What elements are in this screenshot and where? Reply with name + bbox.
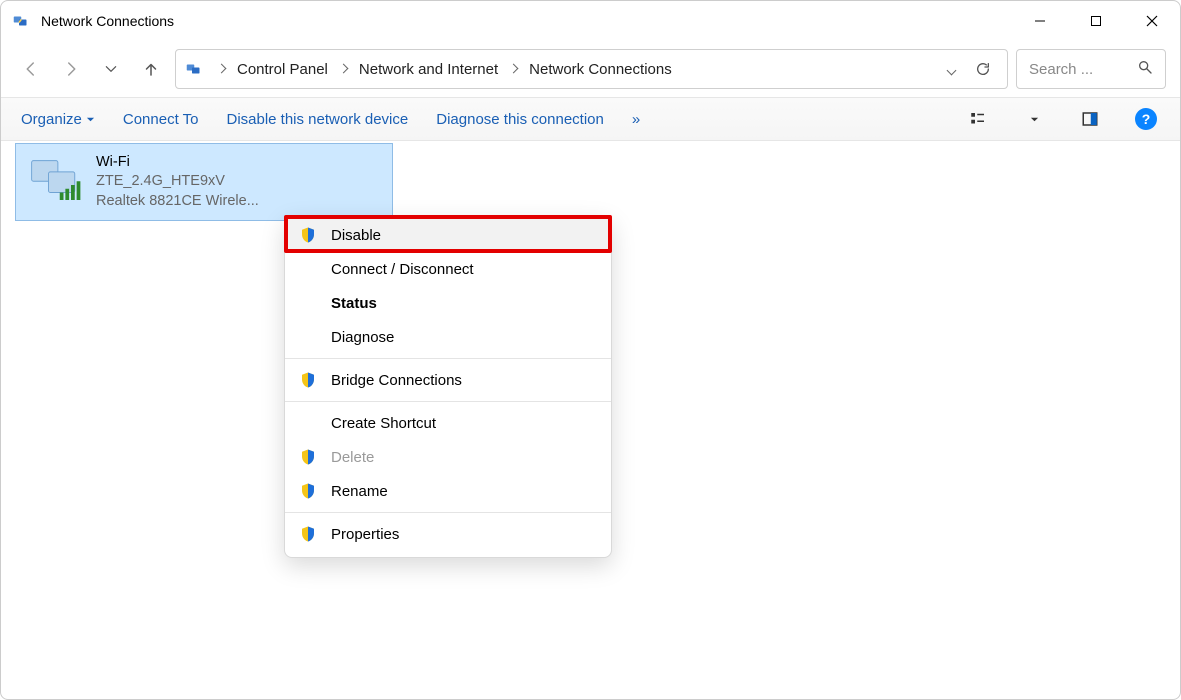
window-title: Network Connections bbox=[41, 13, 174, 29]
close-button[interactable] bbox=[1124, 1, 1180, 41]
shield-icon bbox=[299, 525, 317, 543]
maximize-button[interactable] bbox=[1068, 1, 1124, 41]
adapter-name: Wi-Fi bbox=[96, 153, 259, 173]
history-dropdown-button[interactable] bbox=[937, 55, 965, 83]
address-bar[interactable]: Control Panel Network and Internet Netwo… bbox=[175, 49, 1008, 89]
adapter-ssid: ZTE_2.4G_HTE9xV bbox=[96, 172, 259, 192]
ctx-diagnose-label: Diagnose bbox=[331, 329, 394, 346]
location-icon bbox=[186, 60, 204, 78]
ctx-disable-label: Disable bbox=[331, 227, 381, 244]
forward-button[interactable] bbox=[55, 53, 87, 85]
search-icon bbox=[1137, 59, 1153, 79]
back-button[interactable] bbox=[15, 53, 47, 85]
ctx-separator bbox=[285, 358, 611, 359]
breadcrumb-control-panel[interactable]: Control Panel bbox=[233, 59, 332, 80]
diagnose-connection-label: Diagnose this connection bbox=[436, 111, 604, 128]
ctx-properties[interactable]: Properties bbox=[285, 517, 611, 551]
ctx-bridge[interactable]: Bridge Connections bbox=[285, 363, 611, 397]
ctx-status-label: Status bbox=[331, 295, 377, 312]
ctx-status[interactable]: Status bbox=[285, 286, 611, 320]
adapter-device: Realtek 8821CE Wirele... bbox=[96, 192, 259, 212]
diagnose-connection-button[interactable]: Diagnose this connection bbox=[436, 111, 604, 128]
breadcrumb-network-connections[interactable]: Network Connections bbox=[525, 59, 676, 80]
overflow-button[interactable]: » bbox=[632, 111, 640, 128]
shield-icon bbox=[299, 482, 317, 500]
shield-icon bbox=[299, 371, 317, 389]
up-button[interactable] bbox=[135, 53, 167, 85]
preview-pane-button[interactable] bbox=[1076, 105, 1104, 133]
ctx-create-shortcut[interactable]: Create Shortcut bbox=[285, 406, 611, 440]
organize-menu[interactable]: Organize bbox=[21, 111, 95, 128]
help-button[interactable]: ? bbox=[1132, 105, 1160, 133]
view-dropdown-button[interactable] bbox=[1020, 105, 1048, 133]
disable-device-button[interactable]: Disable this network device bbox=[226, 111, 408, 128]
breadcrumb-sep-icon[interactable] bbox=[506, 63, 521, 75]
app-icon bbox=[13, 12, 31, 30]
minimize-button[interactable] bbox=[1012, 1, 1068, 41]
shield-icon bbox=[299, 448, 317, 466]
view-options-button[interactable] bbox=[964, 105, 992, 133]
ctx-separator bbox=[285, 401, 611, 402]
ctx-properties-label: Properties bbox=[331, 526, 399, 543]
ctx-delete: Delete bbox=[285, 440, 611, 474]
breadcrumb-sep-icon[interactable] bbox=[214, 63, 229, 75]
ctx-disable[interactable]: Disable bbox=[285, 218, 611, 252]
ctx-rename[interactable]: Rename bbox=[285, 474, 611, 508]
recent-locations-button[interactable] bbox=[95, 53, 127, 85]
disable-device-label: Disable this network device bbox=[226, 111, 408, 128]
breadcrumb-network-internet[interactable]: Network and Internet bbox=[355, 59, 502, 80]
connect-to-label: Connect To bbox=[123, 111, 199, 128]
refresh-button[interactable] bbox=[969, 55, 997, 83]
network-adapter-icon bbox=[26, 155, 86, 209]
ctx-rename-label: Rename bbox=[331, 483, 388, 500]
ctx-connect-disconnect[interactable]: Connect / Disconnect bbox=[285, 252, 611, 286]
ctx-bridge-label: Bridge Connections bbox=[331, 372, 462, 389]
navigation-row: Control Panel Network and Internet Netwo… bbox=[1, 41, 1180, 97]
content-area: Wi-Fi ZTE_2.4G_HTE9xV Realtek 8821CE Wir… bbox=[1, 141, 1180, 223]
search-placeholder: Search ... bbox=[1029, 61, 1137, 78]
command-bar: Organize Connect To Disable this network… bbox=[1, 97, 1180, 141]
titlebar: Network Connections bbox=[1, 1, 1180, 41]
ctx-connect-label: Connect / Disconnect bbox=[331, 261, 474, 278]
ctx-diagnose[interactable]: Diagnose bbox=[285, 320, 611, 354]
window-controls bbox=[1012, 1, 1180, 41]
context-menu: Disable Connect / Disconnect Status Diag… bbox=[284, 215, 612, 558]
organize-label: Organize bbox=[21, 111, 82, 128]
breadcrumb-sep-icon[interactable] bbox=[336, 63, 351, 75]
ctx-delete-label: Delete bbox=[331, 449, 374, 466]
help-icon: ? bbox=[1135, 108, 1157, 130]
shield-icon bbox=[299, 226, 317, 244]
adapter-item-wifi[interactable]: Wi-Fi ZTE_2.4G_HTE9xV Realtek 8821CE Wir… bbox=[15, 143, 393, 221]
connect-to-button[interactable]: Connect To bbox=[123, 111, 199, 128]
ctx-shortcut-label: Create Shortcut bbox=[331, 415, 436, 432]
search-box[interactable]: Search ... bbox=[1016, 49, 1166, 89]
ctx-separator bbox=[285, 512, 611, 513]
